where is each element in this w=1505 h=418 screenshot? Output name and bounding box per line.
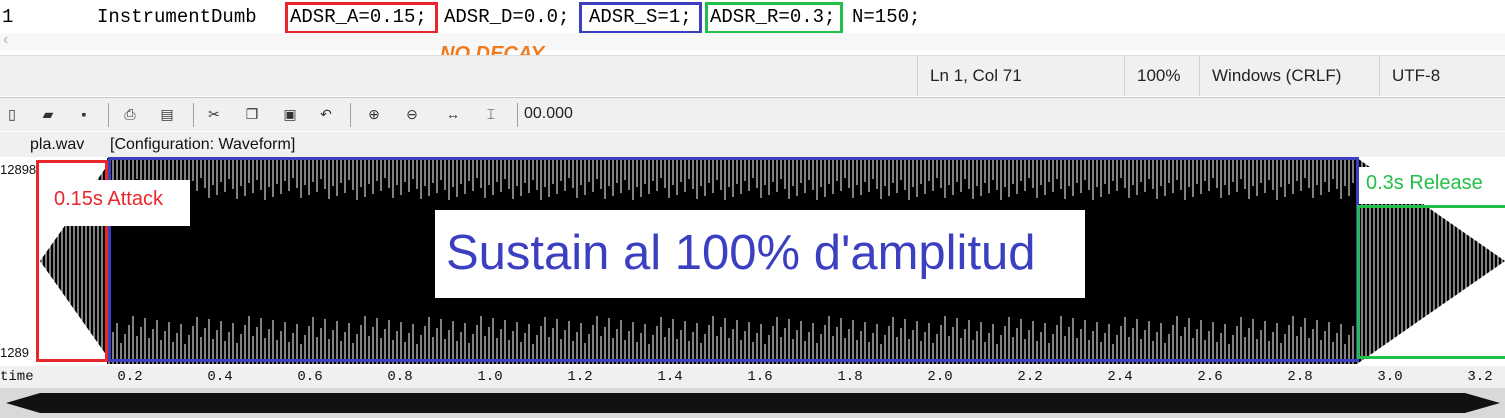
sustain-param-highlight [579, 2, 702, 34]
overview-waveform [6, 393, 1500, 413]
status-zoom: 100% [1124, 56, 1199, 96]
line-number: 1 [2, 6, 14, 28]
axis-tick-label: 2.6 [1197, 369, 1223, 385]
toolbar-separator [517, 103, 518, 127]
undo-icon[interactable]: ↶ [316, 104, 336, 124]
cut-icon[interactable]: ✂ [204, 104, 224, 124]
file-bar: pla.wav [Configuration: Waveform] [0, 132, 1505, 157]
release-label-panel: 0.3s Release [1359, 167, 1505, 204]
status-cursor-position: Ln 1, Col 71 [917, 56, 1124, 96]
toolbar-separator [108, 103, 109, 127]
scroll-left-icon[interactable]: ‹ [3, 31, 8, 49]
y-axis-top-value: 12898 [0, 162, 37, 177]
time-axis: time 0.2 0.4 0.6 0.8 1.0 1.2 1.4 1.6 1.8 2.0 2.2 2.… [0, 366, 1505, 388]
axis-tick-label: 3.0 [1377, 369, 1403, 385]
properties-icon[interactable]: ▤ [157, 104, 177, 124]
open-folder-icon[interactable]: ▰ [38, 104, 58, 124]
status-line-ending: Windows (CRLF) [1199, 56, 1379, 96]
release-label: 0.3s Release [1366, 172, 1483, 194]
attack-label: 0.15s Attack [54, 188, 163, 210]
axis-tick-label: 3.2 [1467, 369, 1493, 385]
code-instrument-name: InstrumentDumb [97, 6, 257, 28]
axis-tick-label: 1.8 [837, 369, 863, 385]
zoom-in-icon[interactable]: ⊕ [364, 104, 384, 124]
configuration-label: [Configuration: Waveform] [110, 136, 296, 153]
axis-time-label: time [0, 369, 34, 385]
axis-tick-label: 2.2 [1017, 369, 1043, 385]
status-bar: Ln 1, Col 71 100% Windows (CRLF) UTF-8 [0, 55, 1505, 96]
horizontal-scrollbar[interactable]: ‹ [0, 31, 1505, 51]
axis-tick-label: 0.2 [117, 369, 143, 385]
release-param-highlight [705, 2, 843, 34]
cursor-position-icon[interactable]: ⌶ [481, 104, 501, 124]
code-param-decay: ADSR_D=0.0; [444, 6, 570, 28]
axis-tick-label: 0.6 [297, 369, 323, 385]
axis-tick-label: 1.0 [477, 369, 503, 385]
audio-toolbar: ▯ ▰ ▪ ⎙ ▤ ✂ ❐ ▣ ↶ ⊕ ⊖ ↔ ⌶ 00.000 [0, 97, 1505, 131]
code-param-n: N=150; [852, 6, 921, 28]
sustain-label-panel: Sustain al 100% d'amplitud [435, 210, 1085, 298]
attack-param-highlight [285, 2, 438, 34]
paste-icon[interactable]: ▣ [280, 104, 300, 124]
toolbar-separator [193, 103, 194, 127]
copy-icon[interactable]: ❐ [242, 104, 262, 124]
status-encoding: UTF-8 [1379, 56, 1505, 96]
zoom-out-icon[interactable]: ⊖ [402, 104, 422, 124]
new-file-icon[interactable]: ▯ [2, 104, 22, 124]
save-icon[interactable]: ▪ [74, 104, 94, 124]
toolbar-separator [350, 103, 351, 127]
y-axis-bottom-value: 1289 [0, 345, 29, 360]
file-name[interactable]: pla.wav [30, 136, 84, 154]
axis-tick-label: 2.8 [1287, 369, 1313, 385]
axis-tick-label: 2.0 [927, 369, 953, 385]
editor-line[interactable]: 1 InstrumentDumb ADSR_A=0.15; ADSR_D=0.0… [0, 0, 1505, 34]
attack-label-panel: 0.15s Attack [44, 180, 190, 226]
axis-tick-label: 1.6 [747, 369, 773, 385]
axis-tick-label: 1.4 [657, 369, 683, 385]
axis-tick-label: 2.4 [1107, 369, 1133, 385]
time-readout: 00.000 [524, 105, 573, 122]
sustain-label: Sustain al 100% d'amplitud [446, 226, 1036, 280]
print-icon[interactable]: ⎙ [120, 104, 140, 124]
release-region-box [1357, 205, 1505, 359]
axis-tick-label: 0.4 [207, 369, 233, 385]
overview-scrollbar[interactable] [0, 388, 1505, 418]
axis-tick-label: 1.2 [567, 369, 593, 385]
fit-width-icon[interactable]: ↔ [443, 104, 463, 124]
axis-tick-label: 0.8 [387, 369, 413, 385]
